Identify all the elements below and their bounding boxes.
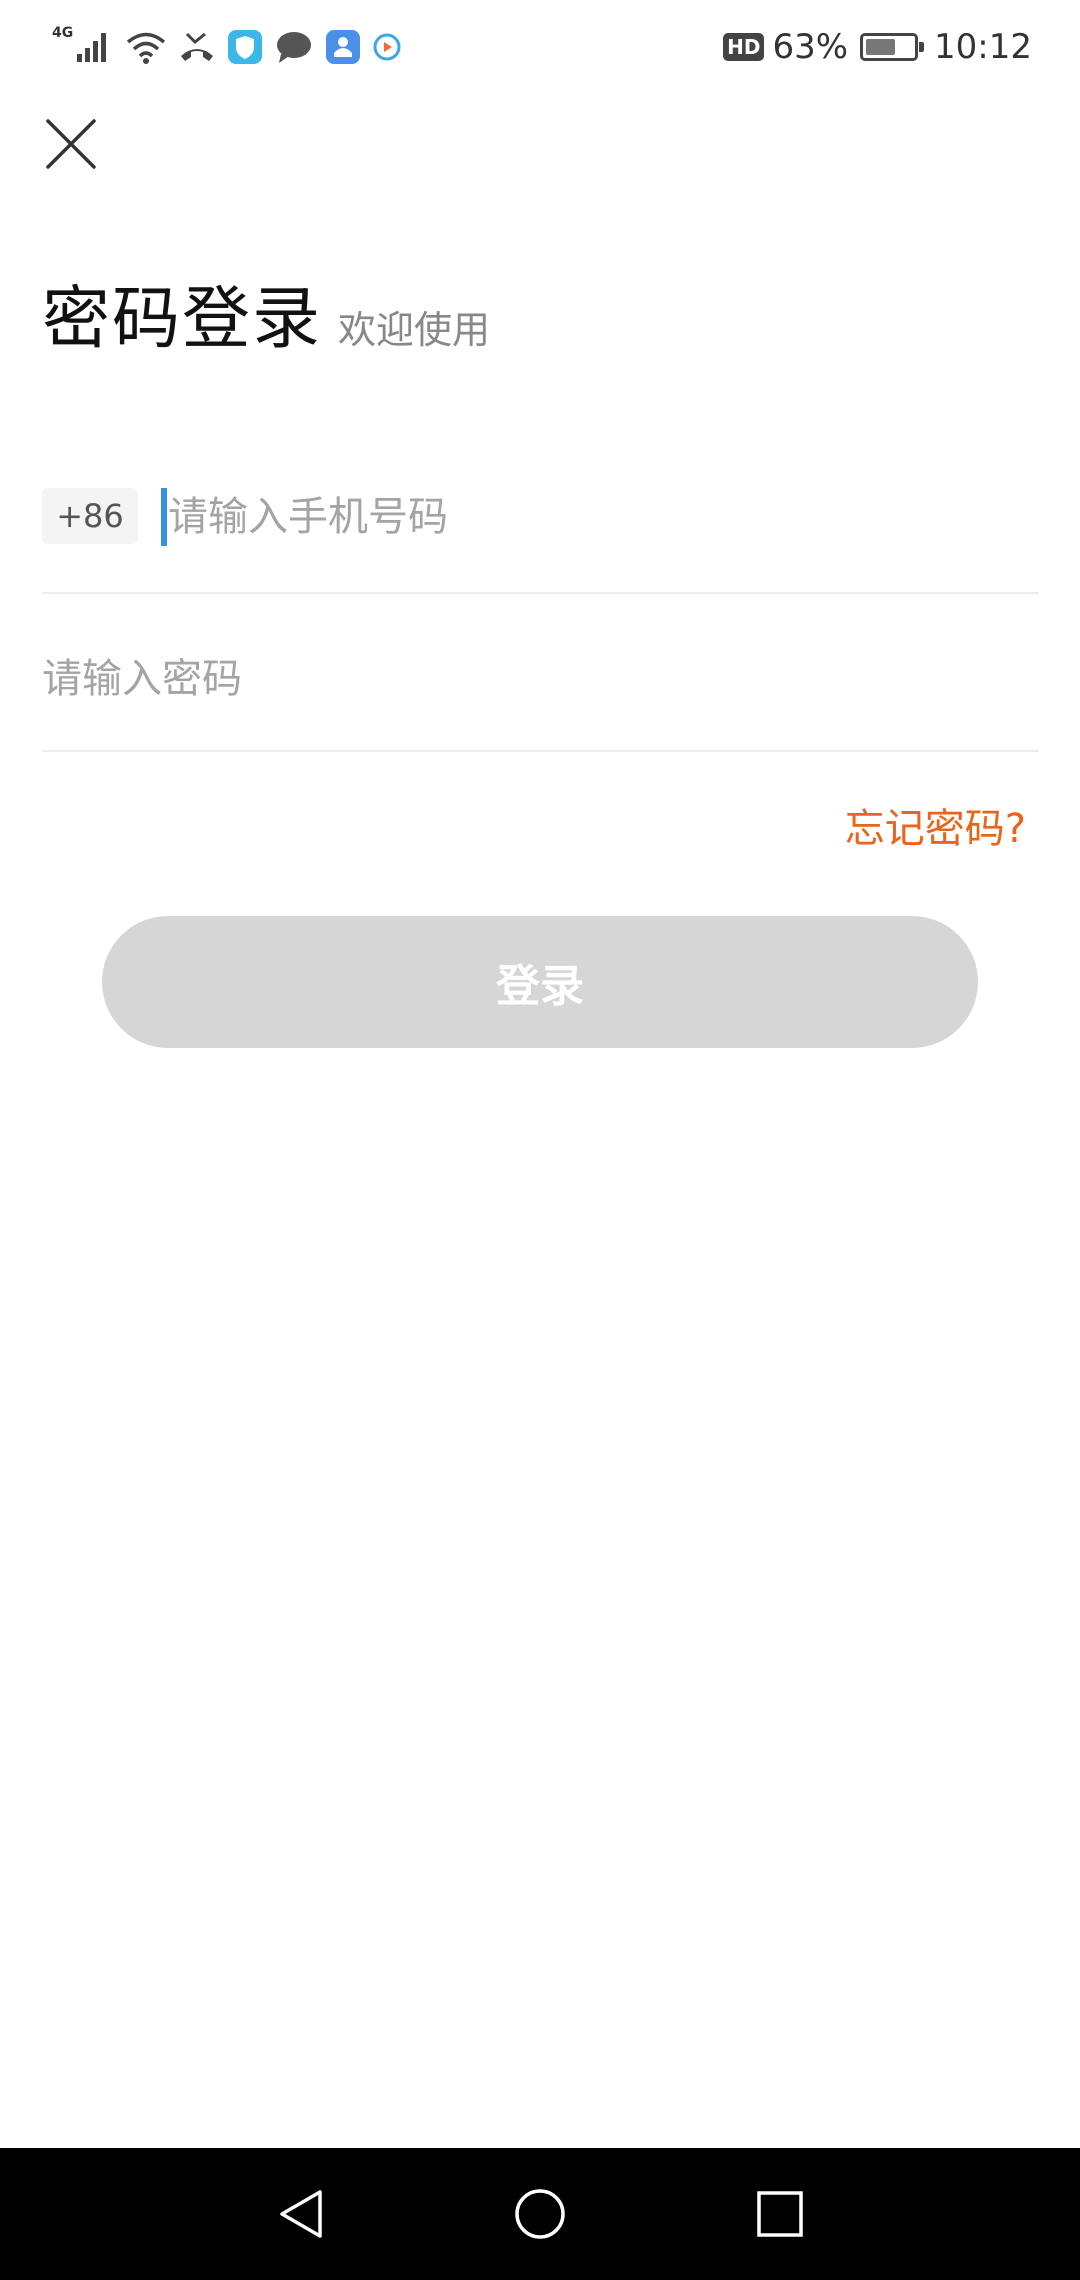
hd-badge: HD bbox=[723, 33, 765, 61]
password-field-row bbox=[42, 640, 1039, 752]
battery-level-fill bbox=[866, 39, 896, 55]
navigation-bar bbox=[0, 2148, 1080, 2280]
home-nav-icon[interactable] bbox=[512, 2186, 568, 2242]
back-nav-icon[interactable] bbox=[274, 2186, 330, 2242]
battery-percent: 63% bbox=[772, 27, 849, 67]
password-input[interactable] bbox=[42, 650, 1032, 708]
page-subtitle: 欢迎使用 bbox=[338, 308, 491, 352]
close-icon[interactable] bbox=[42, 115, 100, 173]
status-bar-left: 4G bbox=[52, 22, 413, 72]
status-bar-right: HD 63% 10:12 bbox=[723, 22, 1032, 72]
signal-icon bbox=[77, 33, 107, 62]
phone-input[interactable] bbox=[160, 488, 1030, 546]
status-time: 10:12 bbox=[934, 27, 1032, 67]
wifi-icon bbox=[127, 32, 166, 64]
message-icon bbox=[277, 32, 312, 63]
page-header: 密码登录 欢迎使用 bbox=[42, 282, 490, 358]
country-code-selector[interactable]: +86 bbox=[42, 488, 138, 544]
forgot-password-link[interactable]: 忘记密码? bbox=[845, 796, 1026, 854]
status-bar: 4G HD 63% 10:12 bbox=[0, 0, 1080, 92]
missed-call-icon bbox=[181, 32, 214, 61]
text-caret bbox=[161, 488, 167, 546]
page-title: 密码登录 bbox=[42, 280, 323, 359]
recents-nav-icon[interactable] bbox=[752, 2186, 808, 2242]
app-notification-icon bbox=[326, 30, 361, 64]
login-button[interactable]: 登录 bbox=[102, 916, 978, 1048]
video-app-icon bbox=[373, 33, 401, 61]
battery-icon bbox=[860, 33, 925, 61]
network-type-label: 4G bbox=[52, 25, 74, 41]
phone-field-row: +86 bbox=[42, 488, 1039, 594]
security-shield-icon bbox=[228, 30, 263, 64]
